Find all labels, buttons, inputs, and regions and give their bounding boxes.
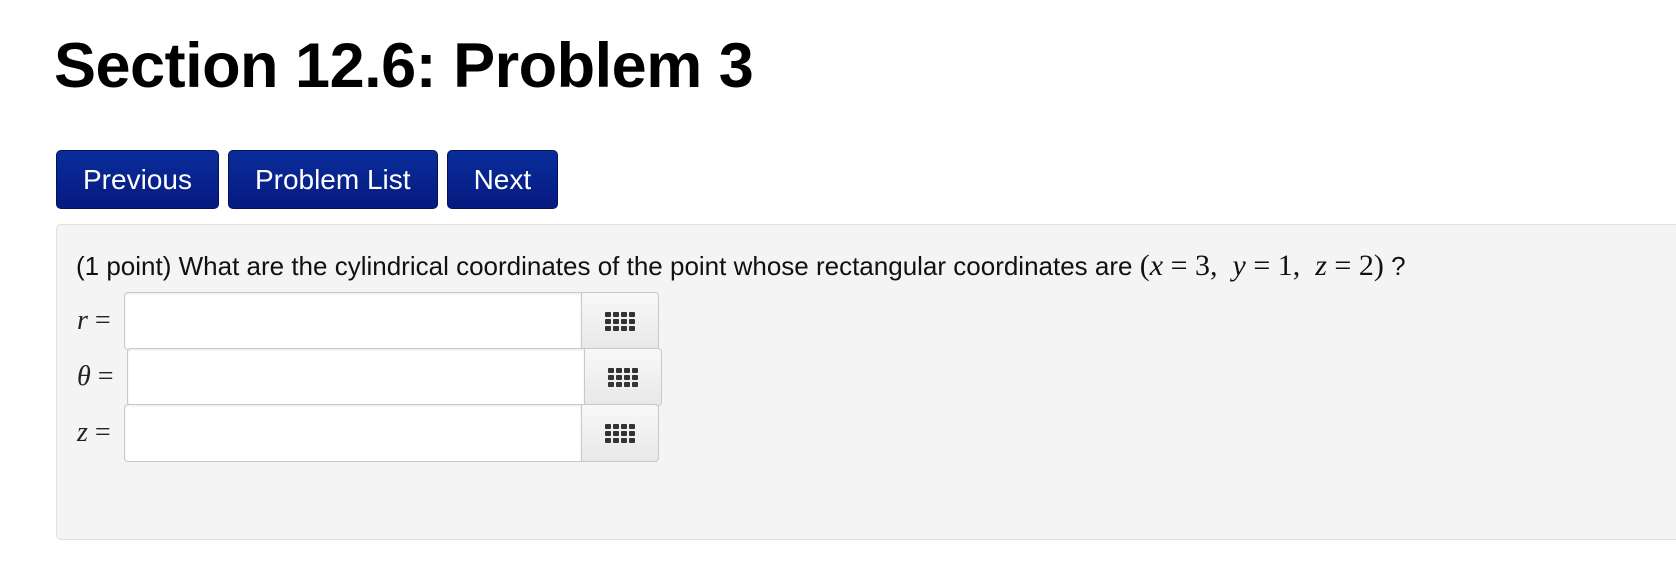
answer-group-z bbox=[124, 404, 659, 462]
answer-row-z: z = bbox=[57, 404, 757, 462]
answer-input-theta[interactable] bbox=[127, 348, 585, 406]
previous-button[interactable]: Previous bbox=[56, 150, 219, 209]
answer-input-r[interactable] bbox=[124, 292, 582, 350]
problem-panel: (1 point) What are the cylindrical coord… bbox=[56, 224, 1676, 540]
answer-label-r: r = bbox=[77, 305, 111, 336]
answer-group-r bbox=[124, 292, 659, 350]
problem-list-button[interactable]: Problem List bbox=[227, 150, 438, 209]
answer-row-theta: θ = bbox=[57, 348, 757, 406]
rectangular-coordinates: (x = 3, y = 1, z = 2) bbox=[1139, 249, 1384, 282]
answer-row-r: r = bbox=[57, 292, 757, 350]
answer-label-z: z = bbox=[77, 417, 111, 448]
equation-palette-button-theta[interactable] bbox=[585, 348, 662, 406]
next-button[interactable]: Next bbox=[446, 150, 559, 209]
answer-label-theta: θ = bbox=[77, 361, 114, 392]
equation-palette-icon bbox=[605, 423, 635, 443]
equation-palette-button-z[interactable] bbox=[582, 404, 659, 462]
page-title: Section 12.6: Problem 3 bbox=[54, 31, 754, 101]
equation-palette-button-r[interactable] bbox=[582, 292, 659, 350]
problem-question: What are the cylindrical coordinates of … bbox=[178, 251, 1133, 281]
equation-palette-icon bbox=[605, 311, 635, 331]
answer-group-theta bbox=[127, 348, 662, 406]
problem-nav: Previous Problem List Next bbox=[56, 150, 559, 209]
equation-palette-icon bbox=[608, 367, 638, 387]
problem-statement: (1 point) What are the cylindrical coord… bbox=[76, 249, 1406, 283]
answer-input-z[interactable] bbox=[124, 404, 582, 462]
problem-points: (1 point) bbox=[76, 251, 172, 281]
question-mark: ? bbox=[1391, 251, 1406, 281]
